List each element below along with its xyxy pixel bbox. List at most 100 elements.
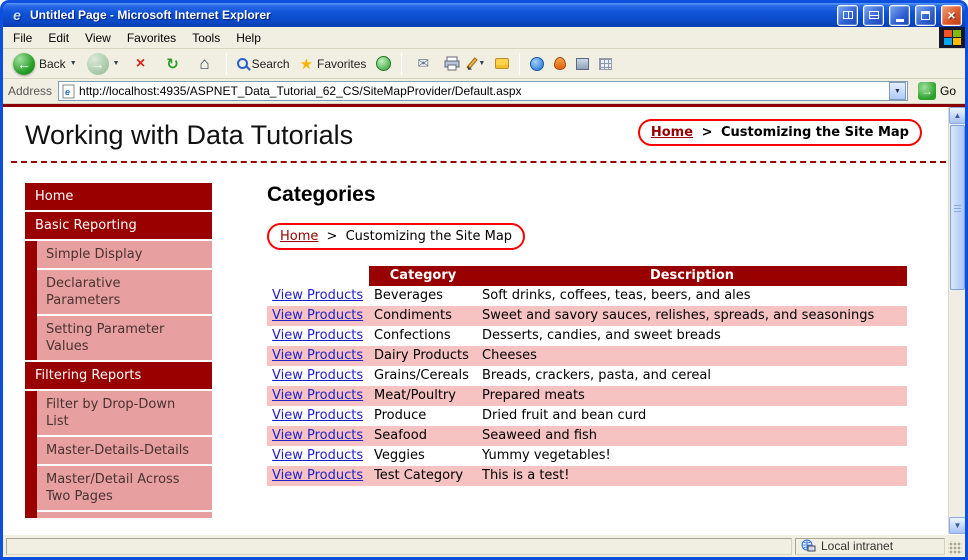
home-button[interactable]: ⌂ (190, 52, 220, 76)
minimize-button[interactable] (889, 4, 910, 26)
menu-view[interactable]: View (77, 28, 119, 48)
category-cell: Confections (374, 328, 451, 343)
sidebar-group-filtering-reports: Filter by Drop-Down List Master-Details-… (25, 391, 212, 518)
flag-blue (943, 38, 952, 45)
view-products-link[interactable]: View Products (272, 348, 363, 363)
sidebar-item-filter-by-dropdown-list[interactable]: Filter by Drop-Down List (37, 391, 212, 435)
category-cell: Condiments (374, 308, 452, 323)
vertical-scrollbar[interactable]: ▲ ▼ (948, 107, 965, 534)
sidebar-item-declarative-parameters[interactable]: Declarative Parameters (37, 270, 212, 314)
maximize-button[interactable] (915, 4, 936, 26)
scrollbar-thumb[interactable] (950, 125, 965, 290)
view-products-link[interactable]: View Products (272, 328, 363, 343)
sidebar-item-filtering-reports[interactable]: Filtering Reports (25, 362, 212, 389)
menu-file[interactable]: File (5, 28, 40, 48)
view-products-link[interactable]: View Products (272, 368, 363, 383)
table-row: View Products Seafood Seaweed and fish (267, 426, 907, 446)
messenger-button[interactable] (526, 55, 548, 73)
flag-green (952, 30, 961, 37)
address-input[interactable] (79, 83, 885, 99)
discuss-button[interactable] (491, 56, 513, 71)
table-row: View Products Produce Dried fruit and be… (267, 406, 907, 426)
description-cell: Yummy vegetables! (482, 448, 611, 463)
history-button[interactable] (372, 54, 395, 73)
breadcrumb-home-link[interactable]: Home (280, 229, 318, 244)
favorites-button[interactable]: ★ Favorites (296, 53, 371, 75)
sidebar-group-basic-reporting: Simple Display Declarative Parameters Se… (25, 241, 212, 360)
menu-tools[interactable]: Tools (184, 28, 228, 48)
titlebar-extra-button-1[interactable] (837, 4, 858, 26)
table-row: View Products Confections Desserts, cand… (267, 326, 907, 346)
breadcrumb-home-link[interactable]: Home (651, 125, 693, 140)
menu-help[interactable]: Help (228, 28, 269, 48)
window-title: Untitled Page - Microsoft Internet Explo… (30, 8, 271, 22)
view-products-link[interactable]: View Products (272, 408, 363, 423)
sidebar-item-master-detail-two-pages[interactable]: Master/Detail Across Two Pages (37, 466, 212, 510)
favorites-label: Favorites (317, 56, 367, 71)
browser-viewport: Working with Data Tutorials Home > Custo… (3, 107, 965, 534)
sidebar-item-home[interactable]: Home (25, 183, 212, 210)
go-label: Go (939, 84, 956, 98)
toolbar-extra-button-1[interactable] (550, 55, 570, 72)
menu-edit[interactable]: Edit (40, 28, 77, 48)
table-row: View Products Beverages Soft drinks, cof… (267, 286, 907, 306)
local-intranet-icon (801, 539, 816, 552)
windows-logo-throbber (939, 27, 965, 48)
table-row: View Products Dairy Products Cheeses (267, 346, 907, 366)
split-vertical-icon (842, 11, 853, 19)
menu-favorites[interactable]: Favorites (119, 28, 184, 48)
sidebar-item-clipped[interactable] (37, 512, 212, 518)
header-category: Category (369, 266, 477, 286)
titlebar-extra-button-2[interactable] (863, 4, 884, 26)
view-products-link[interactable]: View Products (272, 428, 363, 443)
standard-toolbar: ← Back ▼ → ▼ × ↻ ⌂ Search ★ Favorites ✉ (3, 49, 965, 79)
category-cell: Beverages (374, 288, 443, 303)
refresh-button[interactable]: ↻ (158, 53, 188, 75)
close-button[interactable]: × (941, 4, 962, 26)
history-icon (376, 56, 392, 71)
categories-heading: Categories (267, 183, 376, 206)
close-icon: × (947, 7, 956, 23)
toolbar-extra-button-2[interactable] (572, 56, 593, 72)
resize-grip[interactable] (948, 541, 962, 555)
view-products-link[interactable]: View Products (272, 448, 363, 463)
view-products-link[interactable]: View Products (272, 468, 363, 483)
scroll-up-button[interactable]: ▲ (949, 107, 965, 124)
security-zone-label: Local intranet (821, 539, 894, 553)
breadcrumb-current: Customizing the Site Map (721, 125, 909, 140)
category-cell: Meat/Poultry (374, 388, 456, 403)
view-products-link[interactable]: View Products (272, 288, 363, 303)
view-products-link[interactable]: View Products (272, 308, 363, 323)
go-button[interactable]: → Go (914, 81, 960, 101)
sidebar-navigation: Home Basic Reporting Simple Display Decl… (25, 183, 212, 520)
stop-button[interactable]: × (126, 54, 156, 74)
back-icon: ← (13, 52, 35, 75)
sidebar-item-basic-reporting[interactable]: Basic Reporting (25, 212, 212, 239)
category-cell: Produce (374, 408, 427, 423)
sidebar-item-simple-display[interactable]: Simple Display (37, 241, 212, 268)
page-favicon: e (62, 84, 75, 98)
forward-button[interactable]: → ▼ (83, 51, 124, 77)
search-button[interactable]: Search (233, 55, 294, 73)
category-cell: Seafood (374, 428, 427, 443)
address-dropdown-button[interactable]: ▼ (888, 82, 906, 100)
description-cell: This is a test! (482, 468, 570, 483)
ie-logo-icon: e (13, 7, 21, 23)
toolbar-extra-button-3[interactable] (595, 56, 616, 72)
edit-button[interactable]: ▼ (466, 55, 489, 72)
category-cell: Test Category (374, 468, 464, 483)
print-icon (444, 56, 460, 71)
scroll-down-button[interactable]: ▼ (949, 517, 965, 534)
back-button[interactable]: ← Back ▼ (9, 51, 81, 77)
view-products-link[interactable]: View Products (272, 388, 363, 403)
flag-red (943, 30, 952, 37)
search-icon (236, 58, 248, 69)
sidebar-item-master-details-details[interactable]: Master-Details-Details (37, 437, 212, 464)
print-button[interactable] (440, 54, 464, 73)
sidebar-item-setting-parameter-values[interactable]: Setting Parameter Values (37, 316, 212, 360)
building-icon (576, 57, 590, 70)
description-cell: Desserts, candies, and sweet breads (482, 328, 721, 343)
table-row: View Products Test Category This is a te… (267, 466, 907, 486)
mail-button[interactable]: ✉ (408, 53, 438, 74)
discuss-icon (495, 58, 510, 69)
